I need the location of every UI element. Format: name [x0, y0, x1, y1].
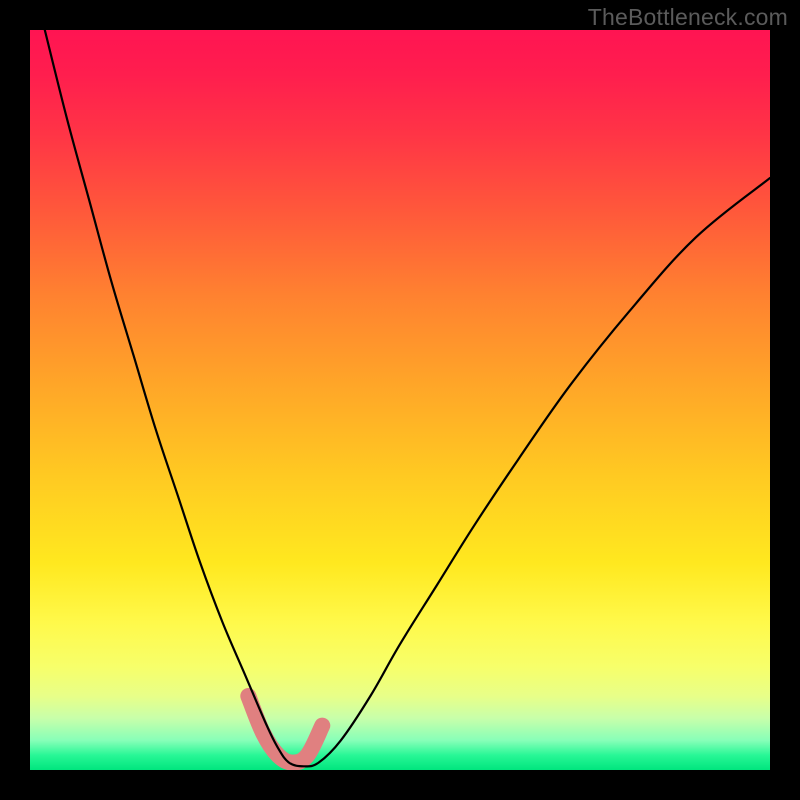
attribution-text: TheBottleneck.com — [588, 4, 788, 31]
plot-area — [30, 30, 770, 770]
chart-frame: TheBottleneck.com — [0, 0, 800, 800]
bottleneck-curve — [45, 30, 770, 766]
curve-svg — [30, 30, 770, 770]
